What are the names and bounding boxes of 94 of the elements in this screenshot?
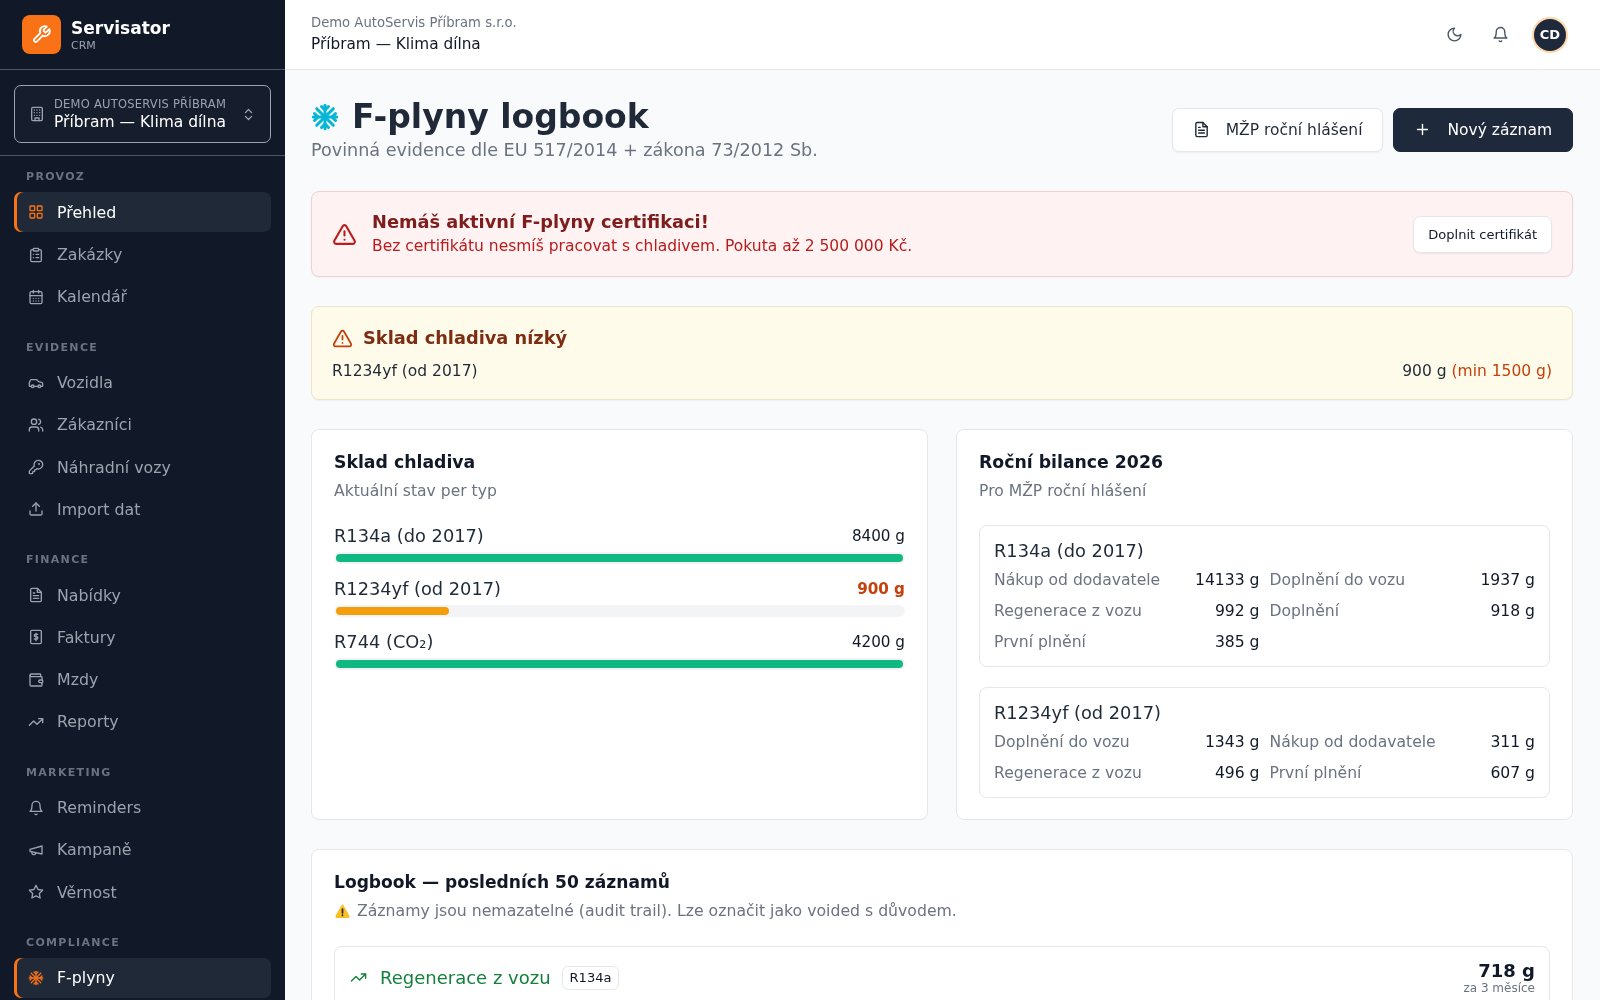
nav-section-label: EVIDENCE xyxy=(25,339,100,356)
nav-item[interactable]: Nabídky xyxy=(14,575,271,616)
warning-icon xyxy=(332,327,353,349)
balance-value: 385 g xyxy=(1214,632,1260,653)
nav-item[interactable]: Zákazníci xyxy=(14,404,271,445)
balance-value: 14133 g xyxy=(1195,570,1260,591)
minimum-amount: (min 1500 g) xyxy=(1451,361,1552,382)
add-certificate-button[interactable]: Doplnit certifikát xyxy=(1413,215,1552,253)
stock-amount: 900 g xyxy=(857,580,905,598)
new-record-button[interactable]: Nový záznam xyxy=(1393,107,1573,152)
balance-value: 1937 g xyxy=(1480,570,1535,591)
snowflake-icon xyxy=(28,969,44,986)
bell-icon xyxy=(28,799,44,816)
key-icon xyxy=(28,459,44,476)
nav-section-label: MARKETING xyxy=(25,764,113,781)
nav-item[interactable]: Náhradní vozy xyxy=(14,447,271,488)
entry-amount: 718 g xyxy=(1478,960,1535,981)
wrench-logo-icon xyxy=(22,15,61,55)
balance-value: 992 g xyxy=(1214,601,1260,622)
alert-message: Bez certifikátu nesmíš pracovat s chladivem. Pokuta až 2 500 000 Kč. xyxy=(372,236,914,257)
nav-item[interactable]: Mzdy xyxy=(14,659,271,700)
entry-time: za 3 měsíce xyxy=(1463,981,1535,995)
nav-item[interactable]: Faktury xyxy=(14,617,271,658)
nav-item[interactable]: Import dat xyxy=(14,489,271,530)
brand-tagline: CRM xyxy=(71,38,97,53)
refrigerant-name: R744 (CO₂) xyxy=(334,630,434,654)
building-icon xyxy=(29,106,45,123)
report-button[interactable]: MŽP roční hlášení xyxy=(1171,107,1384,152)
snowflake-icon xyxy=(311,103,339,131)
clipboard-icon xyxy=(28,246,44,263)
receipt-icon xyxy=(28,629,44,646)
brand-name: Servisator xyxy=(71,16,170,39)
balance-value: 607 g xyxy=(1490,763,1535,784)
balance-label: Nákup od dodavatele xyxy=(994,570,1161,591)
nav-item[interactable]: Zakázky xyxy=(14,234,271,275)
warning-icon xyxy=(332,221,357,247)
nav-item[interactable]: Věrnost xyxy=(14,872,271,913)
branch-switcher[interactable]: DEMO AUTOSERVIS PŘÍBRAM Příbram — Klima dílna xyxy=(14,85,271,144)
star-icon xyxy=(28,884,44,901)
card-title: Sklad chladiva xyxy=(334,451,477,474)
users-icon xyxy=(28,416,44,433)
stock-amount: 900 g xyxy=(1402,361,1447,382)
stock-amount: 8400 g xyxy=(851,527,905,545)
balance-label: První plnění xyxy=(1269,763,1362,784)
nav-section-label: FINANCE xyxy=(25,552,91,569)
refrigerant-name: R1234yf (od 2017) xyxy=(332,361,478,382)
logbook-note: Záznamy jsou nemazatelné (audit trail). Lze označit jako voided s důvodem. xyxy=(357,900,957,922)
alert-title: Nemáš aktivní F-plyny certifikaci! xyxy=(372,211,710,233)
card-subtitle: Pro MŽP roční hlášení xyxy=(979,480,1148,502)
bell-icon[interactable] xyxy=(1492,26,1509,43)
balance-value: 918 g xyxy=(1490,601,1535,622)
page-title: F-plyny logbook xyxy=(352,97,649,137)
balance-value: 1343 g xyxy=(1204,732,1260,753)
nav-item[interactable]: Reminders xyxy=(14,787,271,828)
nav-item[interactable]: Kampaně xyxy=(14,829,271,870)
balance-label: Regenerace z vozu xyxy=(994,601,1142,622)
document-icon xyxy=(28,587,44,604)
upload-icon xyxy=(28,501,44,518)
nav-item[interactable]: Přehled xyxy=(14,192,271,233)
nav-item[interactable]: F-plyny xyxy=(14,957,271,998)
page-subtitle: Povinná evidence dle EU 517/2014 + zákona 73/2012 Sb. xyxy=(311,139,818,162)
warning-icon xyxy=(334,902,351,920)
moon-icon[interactable] xyxy=(1446,26,1463,43)
calendar-icon xyxy=(28,288,44,305)
refrigerant-name: R1234yf (od 2017) xyxy=(334,577,501,601)
nav-section-label: PROVOZ xyxy=(25,169,87,186)
nav-item[interactable]: Vozidla xyxy=(14,362,271,403)
refrigerant-name: R1234yf (od 2017) xyxy=(994,701,1162,725)
balance-label: Nákup od dodavatele xyxy=(1269,732,1436,753)
document-icon xyxy=(1192,121,1210,138)
refrigerant-name: R134a (do 2017) xyxy=(994,539,1145,563)
balance-label: První plnění xyxy=(994,632,1086,653)
card-title: Logbook — posledních 50 záznamů xyxy=(334,871,671,894)
avatar[interactable]: CD xyxy=(1532,16,1568,53)
balance-label: Doplnění xyxy=(1269,601,1339,622)
balance-value: 496 g xyxy=(1214,763,1260,784)
balance-label: Regenerace z vozu xyxy=(994,763,1142,784)
wallet-icon xyxy=(28,671,44,688)
nav-section-label: COMPLIANCE xyxy=(25,934,122,951)
balance-value: 311 g xyxy=(1490,732,1535,753)
refrigerant-badge: R134a xyxy=(561,965,620,990)
alert-title: Sklad chladiva nízký xyxy=(363,326,568,350)
branch-name: Příbram — Klima dílna xyxy=(311,34,482,55)
nav-item[interactable]: Kalendář xyxy=(14,276,271,317)
refrigerant-name: R134a (do 2017) xyxy=(334,524,484,548)
company-name: Demo AutoServis Příbram s.r.o. xyxy=(311,14,517,31)
balance-label: Doplnění do vozu xyxy=(1269,570,1406,591)
nav-item[interactable]: Reporty xyxy=(14,701,271,742)
stock-amount: 4200 g xyxy=(851,633,905,651)
grid-icon xyxy=(28,204,44,221)
balance-label: Doplnění do vozu xyxy=(994,732,1130,753)
entry-type: Regenerace z vozu xyxy=(380,965,551,990)
card-title: Roční bilance 2026 xyxy=(979,451,1164,474)
card-subtitle: Aktuální stav per typ xyxy=(334,481,498,502)
